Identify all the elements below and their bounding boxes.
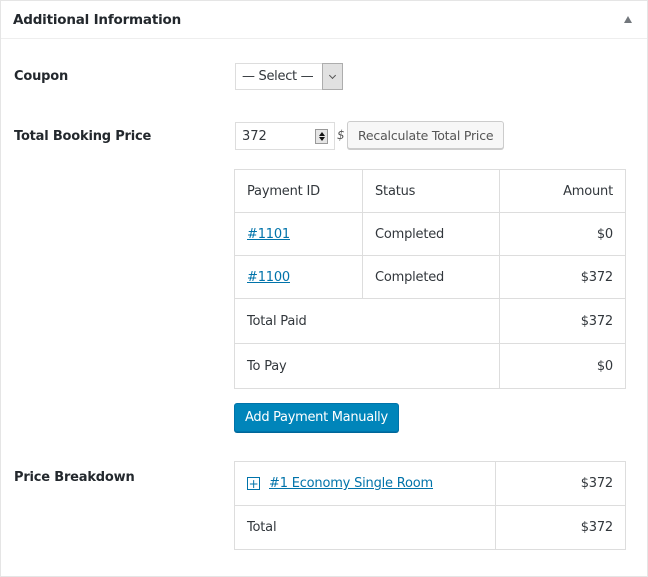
column-header-status: Status [362,169,500,213]
breakdown-amount: $372 [495,461,626,506]
currency-symbol: $ [337,128,345,142]
panel-title: Additional Information [13,11,181,28]
table-row: #1100 Completed $372 [234,255,626,299]
recalculate-total-price-button[interactable]: Recalculate Total Price [347,121,505,149]
to-pay-value: $0 [499,343,626,389]
additional-information-panel: Additional Information Coupon — Select —… [0,0,648,577]
table-row: #1101 Completed $0 [234,212,626,256]
to-pay-row: To Pay $0 [234,343,626,389]
payment-id-link[interactable]: #1100 [247,270,290,285]
total-paid-row: Total Paid $372 [234,298,626,344]
payments-table: Payment ID Status Amount #1101 Completed… [234,169,626,389]
column-header-amount: Amount [499,169,626,213]
breakdown-row: + #1 Economy Single Room $372 [234,461,626,506]
breakdown-total-value: $372 [495,505,626,550]
payment-amount: $372 [499,255,626,299]
expand-plus-icon[interactable]: + [247,477,260,490]
add-payment-manually-button[interactable]: Add Payment Manually [234,403,399,432]
payment-id-link[interactable]: #1101 [247,227,290,242]
panel-header[interactable]: Additional Information [1,1,647,39]
total-paid-label: Total Paid [234,298,500,344]
coupon-select-value: — Select — [242,69,314,84]
column-header-payment-id: Payment ID [234,169,363,213]
chevron-down-icon[interactable] [322,63,343,90]
to-pay-label: To Pay [234,343,500,389]
total-paid-value: $372 [499,298,626,344]
payment-status: Completed [362,212,500,256]
total-booking-price-label: Total Booking Price [14,129,152,144]
coupon-label: Coupon [14,69,69,84]
price-breakdown-table: + #1 Economy Single Room $372 Total $372 [234,461,626,550]
room-link[interactable]: #1 Economy Single Room [269,476,433,491]
number-spinner-icon[interactable] [315,129,328,144]
coupon-select[interactable]: — Select — [235,63,343,90]
payment-amount: $0 [499,212,626,256]
total-price-value: 372 [242,128,267,144]
table-header-row: Payment ID Status Amount [234,169,626,213]
breakdown-total-row: Total $372 [234,505,626,550]
price-breakdown-label: Price Breakdown [14,470,135,485]
collapse-toggle-icon[interactable] [624,16,632,23]
payment-status: Completed [362,255,500,299]
breakdown-total-label: Total [234,505,496,550]
total-price-input[interactable]: 372 [235,122,335,150]
